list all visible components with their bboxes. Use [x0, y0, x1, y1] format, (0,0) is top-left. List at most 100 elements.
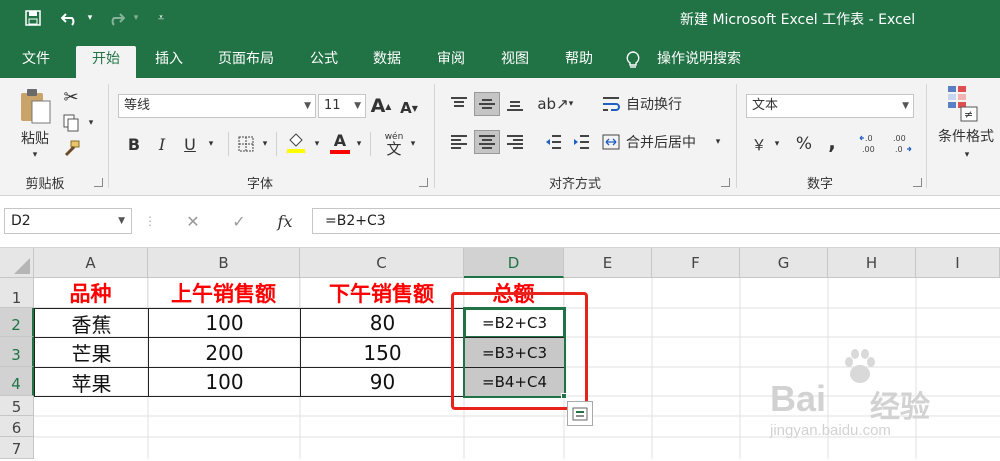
- align-left-icon[interactable]: [446, 130, 472, 154]
- paste-dropdown-icon[interactable]: ▾: [28, 148, 42, 162]
- accounting-format-icon[interactable]: ￥: [748, 132, 770, 156]
- copy-dropdown-icon[interactable]: ▾: [86, 116, 96, 130]
- tab-view[interactable]: 视图: [490, 46, 540, 78]
- clipboard-launcher-icon[interactable]: [94, 178, 103, 187]
- conditional-formatting-icon[interactable]: ≠: [946, 84, 980, 124]
- font-color-icon[interactable]: A: [328, 130, 352, 156]
- phonetic-dropdown-icon[interactable]: ▾: [408, 136, 418, 152]
- cut-icon[interactable]: ✂: [60, 86, 82, 108]
- underline-button[interactable]: U: [178, 132, 202, 156]
- number-launcher-icon[interactable]: [913, 178, 922, 187]
- cell-a4[interactable]: 苹果: [34, 367, 149, 397]
- conditional-formatting-dropdown-icon[interactable]: ▾: [960, 148, 974, 162]
- align-top-icon[interactable]: [446, 92, 472, 116]
- tab-file[interactable]: 文件: [10, 46, 62, 78]
- fill-color-icon[interactable]: [284, 130, 308, 156]
- cell-c1[interactable]: 下午销售额: [300, 278, 464, 308]
- column-header-g[interactable]: G: [740, 248, 828, 278]
- increase-indent-icon[interactable]: [568, 130, 594, 154]
- cell-a3[interactable]: 芒果: [34, 337, 149, 368]
- tab-insert[interactable]: 插入: [146, 46, 192, 78]
- shrink-font-button[interactable]: A ▼: [398, 96, 420, 120]
- formula-input[interactable]: =B2+C3: [312, 208, 1000, 234]
- column-header-h[interactable]: H: [828, 248, 916, 278]
- merge-center-icon[interactable]: [600, 130, 622, 154]
- merge-dropdown-icon[interactable]: ▾: [712, 134, 724, 150]
- grow-font-button[interactable]: A ▲: [370, 94, 392, 118]
- cell-b3[interactable]: 200: [148, 337, 301, 368]
- align-right-icon[interactable]: [502, 130, 528, 154]
- copy-icon[interactable]: [60, 112, 82, 134]
- tab-help[interactable]: 帮助: [554, 46, 604, 78]
- tell-me-search[interactable]: 操作说明搜索: [648, 46, 750, 78]
- percent-style-button[interactable]: %: [792, 132, 816, 156]
- name-box[interactable]: D2 ▼: [4, 208, 132, 234]
- cell-c2[interactable]: 80: [300, 308, 465, 338]
- font-size-select[interactable]: 11 ▼: [318, 94, 366, 118]
- font-color-dropdown-icon[interactable]: ▾: [354, 136, 364, 152]
- format-painter-icon[interactable]: [60, 138, 82, 160]
- row-header-6[interactable]: 6: [0, 416, 34, 437]
- cell-b1[interactable]: 上午销售额: [148, 278, 300, 308]
- quick-analysis-button[interactable]: [567, 401, 593, 426]
- undo-icon[interactable]: [58, 6, 82, 30]
- underline-dropdown-icon[interactable]: ▾: [206, 136, 216, 152]
- increase-decimal-icon[interactable]: .0.00: [858, 130, 884, 156]
- column-header-f[interactable]: F: [652, 248, 740, 278]
- alignment-launcher-icon[interactable]: [721, 178, 730, 187]
- cell-a2[interactable]: 香蕉: [34, 308, 149, 338]
- enter-icon[interactable]: ✓: [226, 208, 252, 234]
- cell-b2[interactable]: 100: [148, 308, 301, 338]
- number-format-select[interactable]: 文本 ▼: [746, 94, 914, 118]
- row-header-5[interactable]: 5: [0, 396, 34, 416]
- font-name-select[interactable]: 等线 ▼: [118, 94, 316, 118]
- wrap-text-icon[interactable]: [600, 92, 622, 116]
- save-icon[interactable]: [22, 6, 44, 30]
- italic-button[interactable]: I: [150, 132, 174, 156]
- paste-button[interactable]: 粘贴: [14, 128, 56, 148]
- row-header-4[interactable]: 4: [0, 367, 34, 396]
- accounting-dropdown-icon[interactable]: ▾: [772, 136, 782, 152]
- row-header-2[interactable]: 2: [0, 308, 34, 337]
- row-header-3[interactable]: 3: [0, 337, 34, 367]
- cell-c3[interactable]: 150: [300, 337, 465, 368]
- align-bottom-icon[interactable]: [502, 92, 528, 116]
- tab-formulas[interactable]: 公式: [300, 46, 348, 78]
- wrap-text-button[interactable]: 自动换行: [626, 92, 696, 116]
- orientation-dropdown-icon[interactable]: ▾: [566, 96, 576, 112]
- orientation-icon[interactable]: ab↗: [537, 92, 568, 116]
- tab-review[interactable]: 审阅: [426, 46, 476, 78]
- bold-button[interactable]: B: [122, 132, 146, 156]
- undo-dropdown-icon[interactable]: ▾: [84, 6, 96, 30]
- comma-style-button[interactable]: ,: [822, 130, 842, 154]
- column-header-i[interactable]: I: [916, 248, 1000, 278]
- row-header-7[interactable]: 7: [0, 437, 34, 459]
- cell-b4[interactable]: 100: [148, 367, 301, 397]
- align-center-icon[interactable]: [474, 130, 500, 154]
- phonetic-guide-button[interactable]: wén 文: [380, 128, 408, 158]
- fill-color-dropdown-icon[interactable]: ▾: [312, 136, 322, 152]
- column-header-a[interactable]: A: [34, 248, 148, 278]
- tab-data[interactable]: 数据: [362, 46, 412, 78]
- column-header-c[interactable]: C: [300, 248, 464, 278]
- tab-page-layout[interactable]: 页面布局: [206, 46, 286, 78]
- select-all-corner[interactable]: [0, 248, 34, 278]
- cell-c4[interactable]: 90: [300, 367, 465, 397]
- merge-center-button[interactable]: 合并后居中: [626, 130, 710, 154]
- column-header-b[interactable]: B: [148, 248, 300, 278]
- decrease-decimal-icon[interactable]: .00.0: [888, 130, 914, 156]
- tab-home[interactable]: 开始: [76, 46, 136, 78]
- borders-icon[interactable]: [234, 132, 258, 156]
- insert-function-icon[interactable]: fx: [272, 208, 298, 234]
- borders-dropdown-icon[interactable]: ▾: [260, 136, 270, 152]
- conditional-formatting-button[interactable]: 条件格式: [932, 126, 1000, 146]
- cell-a1[interactable]: 品种: [34, 278, 148, 308]
- column-header-d[interactable]: D: [464, 248, 564, 278]
- cancel-icon[interactable]: ✕: [180, 208, 206, 234]
- row-header-1[interactable]: 1: [0, 278, 34, 308]
- align-middle-icon[interactable]: [474, 92, 500, 116]
- font-launcher-icon[interactable]: [419, 178, 428, 187]
- decrease-indent-icon[interactable]: [540, 130, 566, 154]
- column-header-e[interactable]: E: [564, 248, 652, 278]
- customize-qat-icon[interactable]: ⩡: [154, 6, 168, 30]
